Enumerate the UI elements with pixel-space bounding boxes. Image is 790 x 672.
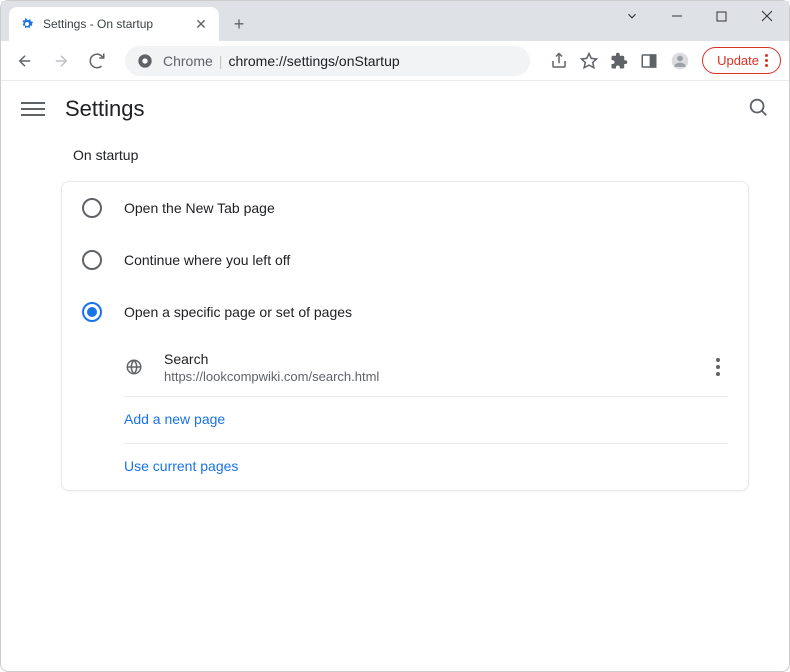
radio-label: Open the New Tab page bbox=[124, 200, 275, 216]
new-tab-button[interactable]: + bbox=[225, 10, 253, 38]
radio-icon bbox=[82, 198, 102, 218]
radio-new-tab[interactable]: Open the New Tab page bbox=[62, 182, 748, 234]
pages-list: Search https://lookcompwiki.com/search.h… bbox=[124, 338, 728, 490]
search-icon[interactable] bbox=[747, 96, 769, 123]
minimize-button[interactable] bbox=[654, 1, 699, 31]
toolbar: Chrome|chrome://settings/onStartup Updat… bbox=[1, 41, 789, 81]
window-controls bbox=[609, 1, 789, 31]
page-entry: Search https://lookcompwiki.com/search.h… bbox=[124, 338, 728, 396]
page-title: Settings bbox=[65, 96, 747, 122]
add-page-link[interactable]: Add a new page bbox=[124, 411, 225, 427]
chrome-icon bbox=[137, 53, 153, 69]
page-more-button[interactable] bbox=[708, 350, 728, 384]
globe-icon bbox=[124, 357, 144, 377]
radio-icon bbox=[82, 250, 102, 270]
profile-icon[interactable] bbox=[670, 51, 690, 71]
reload-button[interactable] bbox=[81, 45, 113, 77]
tab-close-button[interactable]: ✕ bbox=[193, 16, 209, 32]
sidepanel-icon[interactable] bbox=[640, 52, 658, 70]
forward-button[interactable] bbox=[45, 45, 77, 77]
extensions-icon[interactable] bbox=[610, 52, 628, 70]
update-button[interactable]: Update bbox=[702, 47, 781, 74]
tab-title: Settings - On startup bbox=[43, 17, 193, 31]
page-url: https://lookcompwiki.com/search.html bbox=[164, 369, 708, 384]
use-current-link[interactable]: Use current pages bbox=[124, 458, 238, 474]
section-title: On startup bbox=[73, 147, 749, 163]
chevron-down-icon[interactable] bbox=[609, 1, 654, 31]
maximize-button[interactable] bbox=[699, 1, 744, 31]
close-button[interactable] bbox=[744, 1, 789, 31]
star-icon[interactable] bbox=[580, 52, 598, 70]
radio-label: Continue where you left off bbox=[124, 252, 290, 268]
share-icon[interactable] bbox=[550, 52, 568, 70]
address-bar[interactable]: Chrome|chrome://settings/onStartup bbox=[125, 46, 530, 76]
browser-tab[interactable]: Settings - On startup ✕ bbox=[9, 7, 219, 41]
content: On startup Open the New Tab page Continu… bbox=[1, 137, 789, 491]
address-text: Chrome|chrome://settings/onStartup bbox=[163, 53, 400, 69]
radio-continue[interactable]: Continue where you left off bbox=[62, 234, 748, 286]
radio-specific-pages[interactable]: Open a specific page or set of pages bbox=[62, 286, 748, 338]
menu-icon[interactable] bbox=[21, 97, 45, 121]
startup-card: Open the New Tab page Continue where you… bbox=[61, 181, 749, 491]
page-header: Settings bbox=[1, 81, 789, 137]
radio-icon-selected bbox=[82, 302, 102, 322]
radio-label: Open a specific page or set of pages bbox=[124, 304, 352, 320]
titlebar: Settings - On startup ✕ + bbox=[1, 1, 789, 41]
menu-dots-icon bbox=[765, 54, 768, 67]
gear-icon bbox=[19, 16, 35, 32]
page-name: Search bbox=[164, 351, 708, 367]
back-button[interactable] bbox=[9, 45, 41, 77]
